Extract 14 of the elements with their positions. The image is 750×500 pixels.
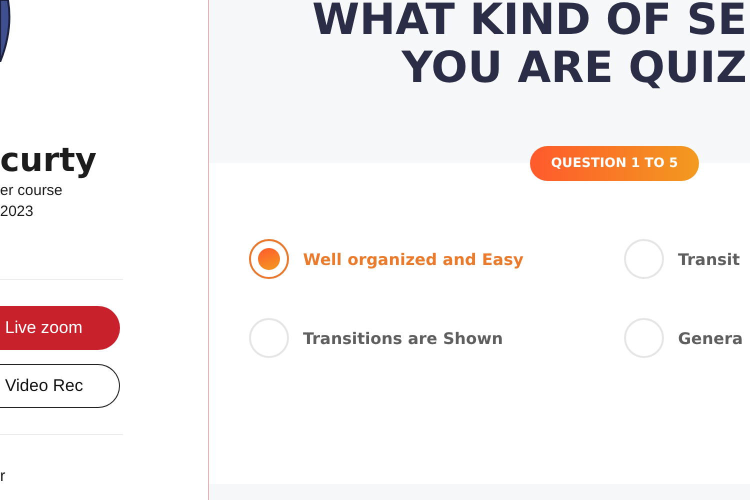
question-counter: QUESTION 1 TO 5 — [530, 146, 700, 181]
quiz-title: WHAT KIND OF SE — [312, 0, 747, 44]
course-year: 2023 — [0, 202, 34, 222]
course-title: curty — [0, 140, 97, 180]
course-subtitle: er course — [0, 181, 63, 201]
answer-label[interactable]: Genera — [678, 328, 745, 348]
avatar-icon — [0, 0, 13, 62]
sidebar-text: r — [0, 467, 6, 487]
radio-button[interactable] — [249, 239, 289, 279]
answer-label[interactable]: Transit — [678, 250, 742, 268]
live-zoom-button[interactable]: Live zoom — [0, 306, 120, 350]
quiz-title: YOU ARE QUIZ — [402, 44, 747, 92]
answer-label[interactable]: Transitions are Shown — [303, 328, 506, 348]
video-rec-button[interactable]: Video Rec — [0, 364, 120, 408]
